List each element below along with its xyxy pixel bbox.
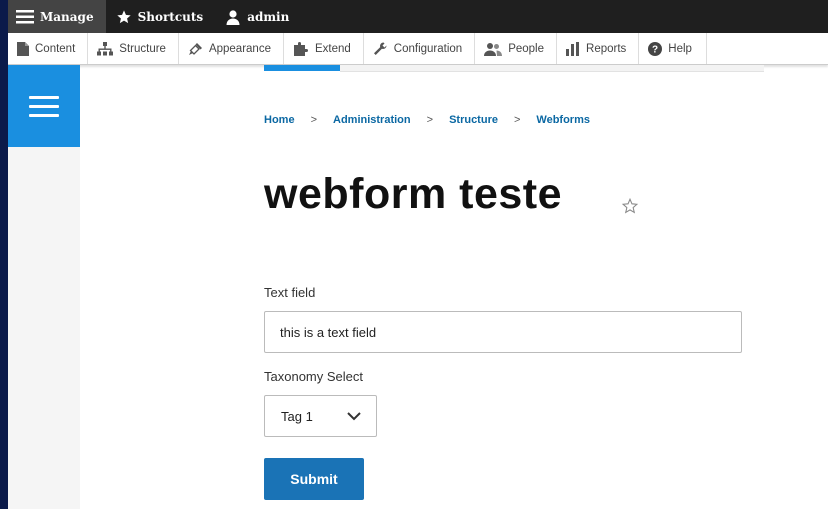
breadcrumb-separator: >	[426, 114, 434, 126]
menu-item-label: Structure	[119, 42, 166, 55]
star-icon	[116, 9, 131, 23]
puzzle-icon	[293, 41, 308, 56]
menu-item-content[interactable]: Content	[8, 33, 89, 64]
hamburger-line	[29, 95, 59, 99]
sitemap-icon	[97, 41, 114, 55]
page-title: webform teste	[264, 170, 563, 218]
taxonomy-select-label: Taxonomy Select	[264, 369, 363, 384]
taxonomy-select[interactable]: Tag 1	[264, 395, 377, 437]
user-toggle[interactable]: admin	[215, 0, 301, 33]
submit-button[interactable]: Submit	[264, 458, 364, 500]
paint-brush-icon	[188, 42, 202, 55]
people-icon	[484, 42, 503, 56]
document-icon	[17, 41, 29, 56]
hamburger-line	[29, 113, 59, 117]
tab-inactive[interactable]	[340, 65, 764, 72]
local-tasks-tabs	[264, 65, 764, 73]
menu-item-configuration[interactable]: Configuration	[364, 33, 476, 64]
help-icon: ?	[648, 41, 663, 56]
toolbar: Manage Shortcuts admin	[8, 0, 828, 33]
menu-item-label: Help	[668, 42, 692, 55]
menu-item-reports[interactable]: Reports	[557, 33, 640, 64]
breadcrumb-structure[interactable]: Structure	[449, 114, 498, 126]
breadcrumb-webforms[interactable]: Webforms	[536, 114, 590, 126]
user-label: admin	[247, 9, 290, 24]
star-outline-icon[interactable]	[621, 197, 639, 215]
menu-item-label: Appearance	[208, 42, 271, 55]
menu-item-label: Content	[35, 42, 76, 55]
sidebar-menu-button[interactable]	[8, 65, 80, 147]
text-field-input[interactable]	[264, 311, 742, 353]
browser-viewport: Manage Shortcuts admin Content Structure…	[8, 0, 828, 509]
svg-text:?: ?	[652, 44, 658, 55]
breadcrumb-administration[interactable]: Administration	[333, 114, 411, 126]
breadcrumb-separator: >	[513, 114, 521, 126]
admin-menu: Content Structure Appearance Extend Conf…	[8, 33, 828, 65]
menu-item-people[interactable]: People	[475, 33, 558, 64]
hamburger-line	[29, 104, 59, 108]
breadcrumb: Home > Administration > Structure > Webf…	[264, 114, 590, 126]
user-icon	[226, 9, 240, 25]
tab-active-indicator[interactable]	[264, 65, 340, 71]
breadcrumb-separator: >	[310, 114, 317, 126]
menu-item-structure[interactable]: Structure	[88, 33, 179, 64]
chevron-down-icon	[347, 412, 361, 421]
bar-chart-icon	[566, 41, 580, 56]
menu-item-extend[interactable]: Extend	[284, 33, 364, 64]
menu-item-label: People	[508, 42, 545, 55]
sidebar	[8, 65, 80, 509]
menu-item-label: Reports	[586, 42, 627, 55]
menu-item-label: Extend	[314, 42, 351, 55]
text-field-label: Text field	[264, 285, 316, 300]
menu-item-label: Configuration	[393, 42, 463, 55]
wrench-icon	[373, 42, 387, 55]
breadcrumb-home[interactable]: Home	[264, 114, 295, 126]
menu-icon	[16, 9, 34, 23]
manage-toggle[interactable]: Manage	[8, 0, 106, 33]
menu-item-appearance[interactable]: Appearance	[179, 33, 284, 64]
menu-item-help[interactable]: ? Help	[639, 33, 707, 64]
shortcuts-toggle[interactable]: Shortcuts	[106, 0, 216, 33]
shortcuts-label: Shortcuts	[137, 9, 204, 24]
taxonomy-select-value: Tag 1	[281, 408, 313, 424]
manage-label: Manage	[40, 9, 94, 24]
